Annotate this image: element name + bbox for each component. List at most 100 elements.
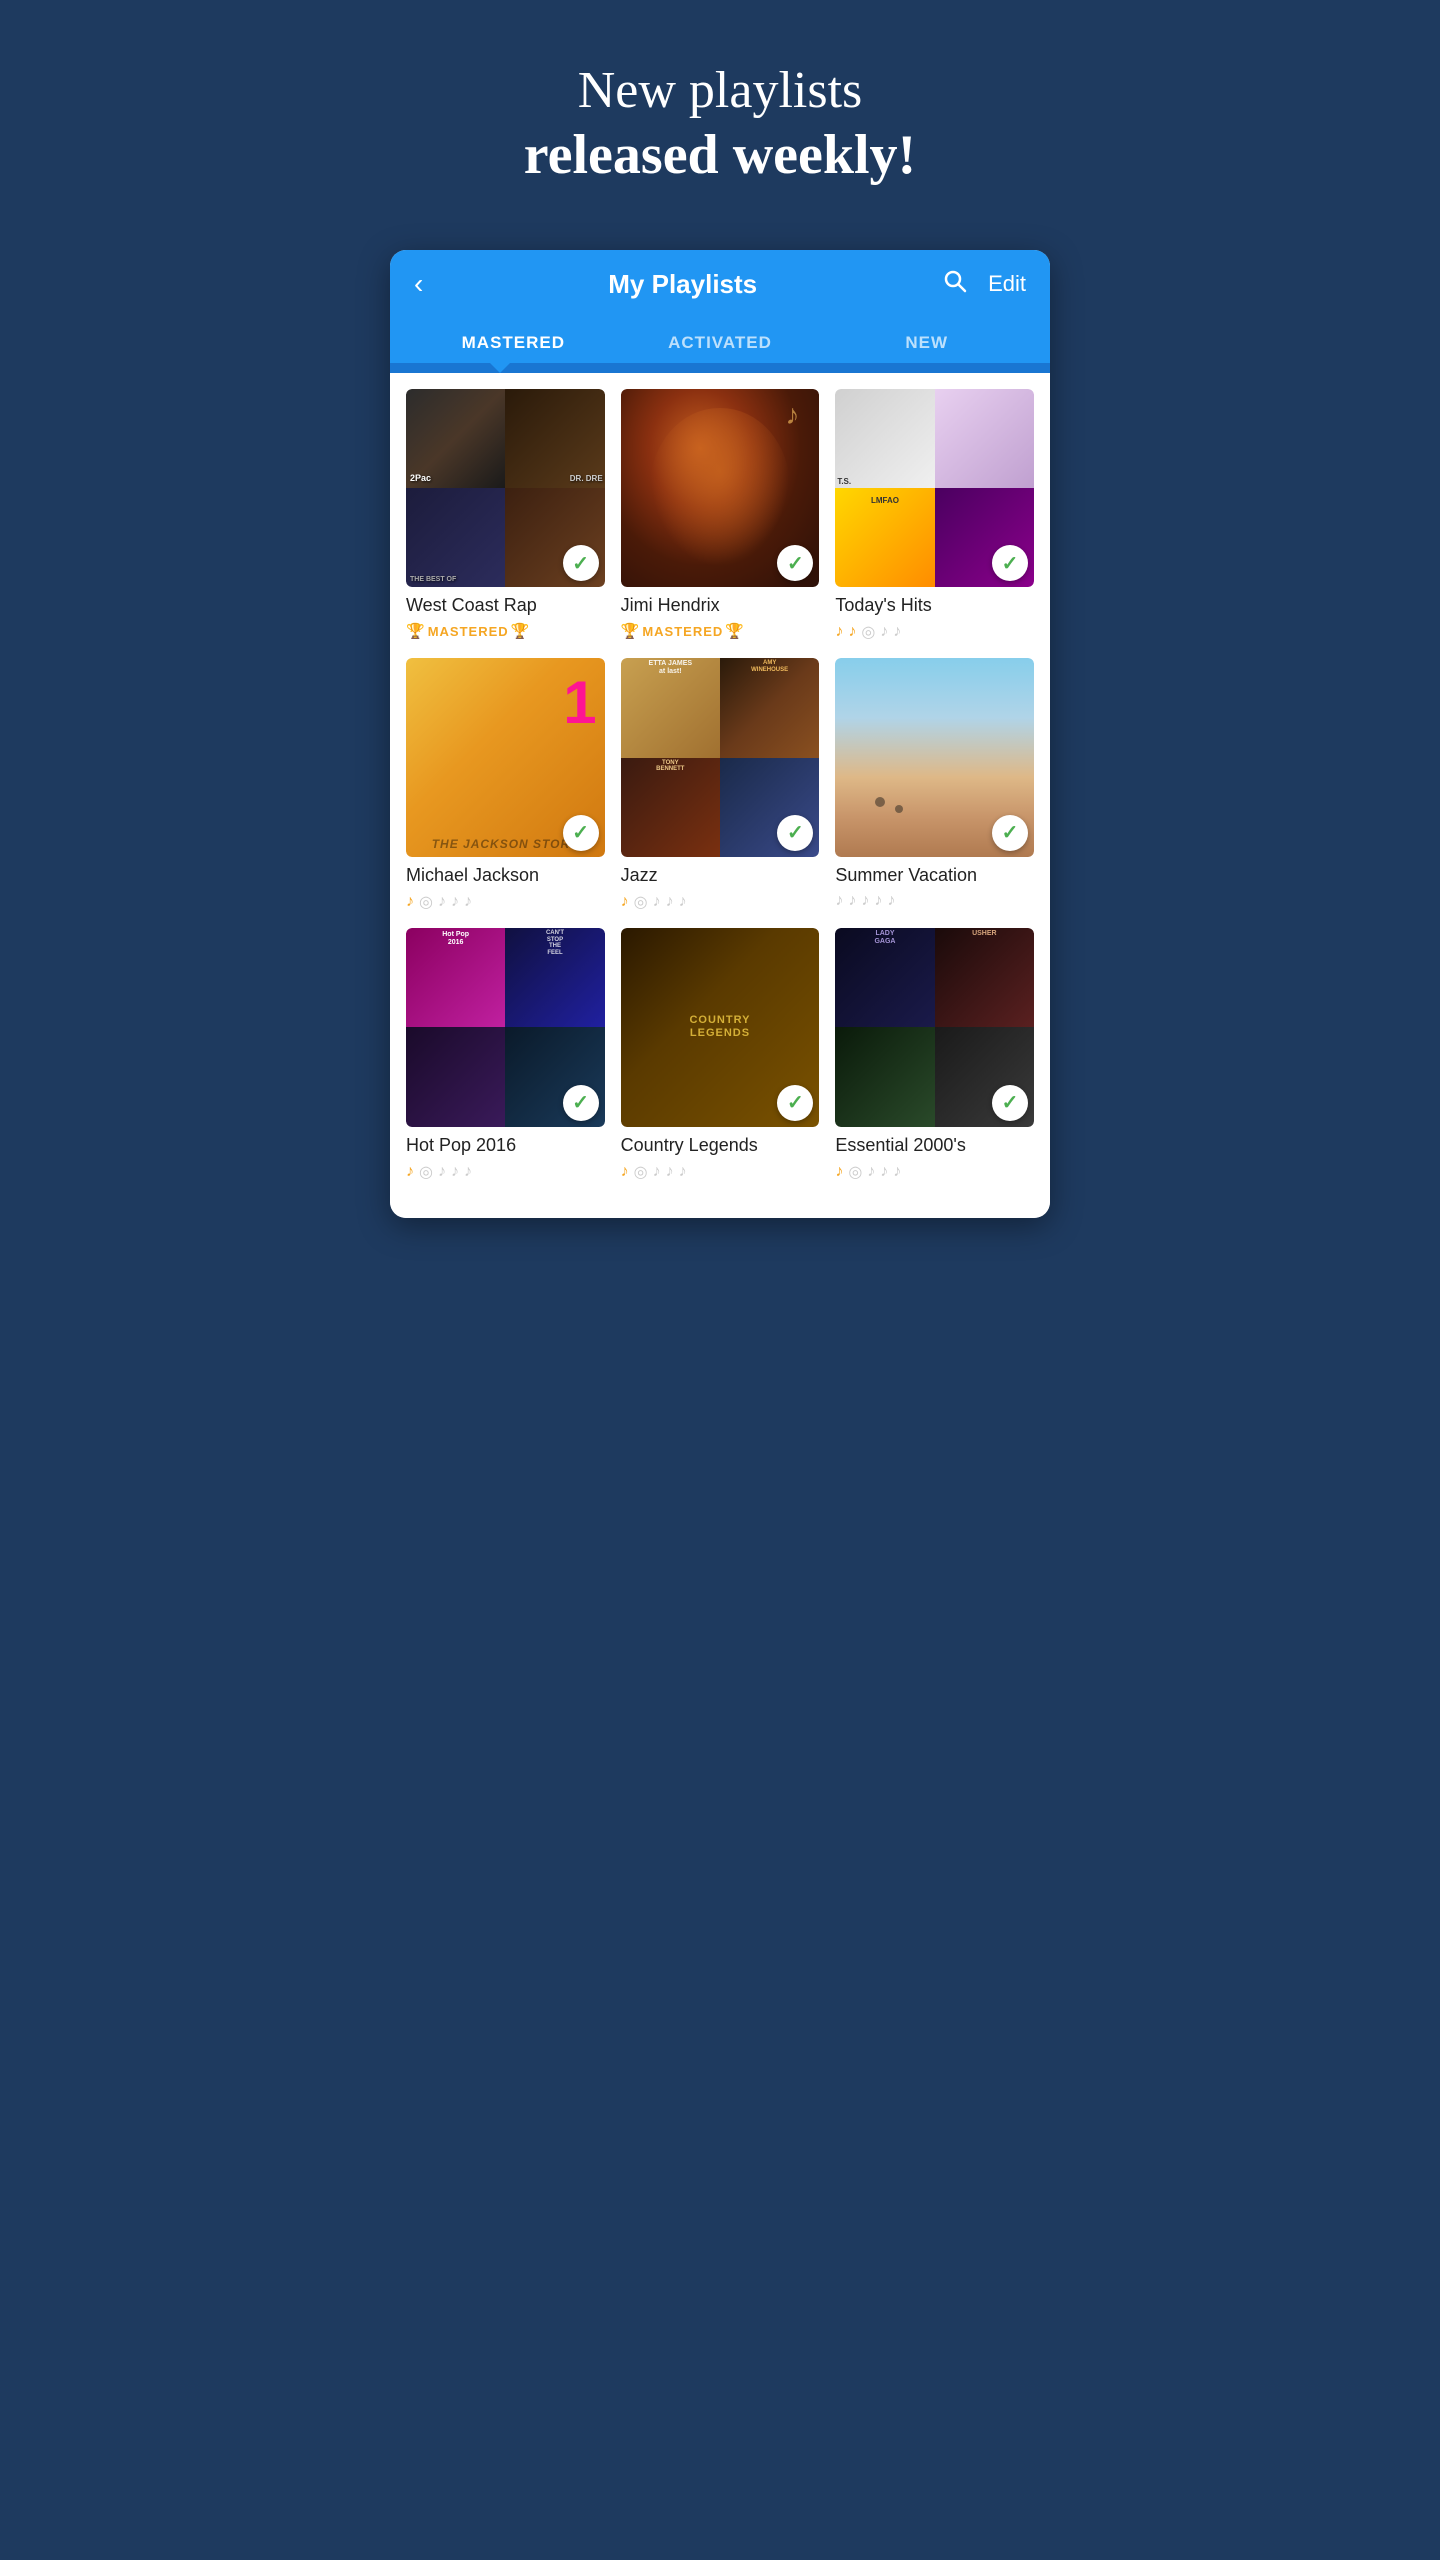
music-icons-todays-hits: ♪ ♪ ◎ ♪ ♪ [835, 622, 1034, 642]
playlist-item-essential-2000s[interactable]: LADYGAGA USHER Essential 2000's ♪ ◎ ♪ [835, 928, 1034, 1182]
music-icon-3: ♪ [880, 623, 888, 641]
playlist-item-michael-jackson[interactable]: THE JACKSON STORY 1 Michael Jackson ♪ ◎ … [406, 658, 605, 912]
check-badge-todays-hits [992, 545, 1028, 581]
number-1-art: 1 [563, 668, 596, 737]
headphone-icon-mj: ◎ [419, 892, 433, 912]
bottom-bar [390, 1198, 1050, 1218]
nav-bar: ‹ My Playlists Edit [390, 250, 1050, 319]
tab-activated[interactable]: ACTIVATED [617, 319, 824, 363]
playlist-item-west-coast-rap[interactable]: 2Pac DR. DRE THE BEST OF West Coast Rap [406, 389, 605, 643]
playlist-item-jimi-hendrix[interactable]: ♪ Jimi Hendrix 🏆 MASTERED 🏆 [621, 389, 820, 643]
music-icon-cl2: ♪ [653, 1163, 661, 1181]
hero-line1: New playlists [400, 60, 1040, 122]
tab-arrow [490, 363, 510, 373]
music-icon-4: ♪ [893, 623, 901, 641]
cover-art-e1: LADYGAGA [835, 928, 934, 1027]
mastered-label-jimi-hendrix: 🏆 MASTERED 🏆 [621, 622, 820, 640]
playlist-item-summer-vacation[interactable]: Summer Vacation ♪ ♪ ♪ ♪ ♪ [835, 658, 1034, 912]
headphone-icon-cl: ◎ [634, 1162, 648, 1182]
check-badge-west-coast-rap [563, 545, 599, 581]
playlist-name-essential-2000s: Essential 2000's [835, 1135, 1034, 1156]
music-icon-e4: ♪ [893, 1163, 901, 1181]
check-badge-country-legends [777, 1085, 813, 1121]
headphone-icon-hp: ◎ [419, 1162, 433, 1182]
cover-art-jazz3: TONYBENNETT [621, 758, 720, 857]
tabs-bar: MASTERED ACTIVATED NEW [390, 319, 1050, 363]
playlist-name-summer-vacation: Summer Vacation [835, 865, 1034, 886]
playlist-cover-jazz: ETTA JAMESat last! AMYWINEHOUSE TONYBENN… [621, 658, 820, 857]
music-icons-jazz: ♪ ◎ ♪ ♪ ♪ [621, 892, 820, 912]
music-icon-jazz3: ♪ [666, 893, 674, 911]
playlist-item-country-legends[interactable]: COUNTRYLEGENDS Country Legends ♪ ◎ ♪ ♪ ♪ [621, 928, 820, 1182]
cover-art-hp1: Hot Pop2016 [406, 928, 505, 1027]
cover-art-1: 2Pac [406, 389, 505, 488]
cover-art-th1: T.S. [835, 389, 934, 488]
playlist-cover-essential-2000s: LADYGAGA USHER [835, 928, 1034, 1127]
playlist-cover-michael-jackson: THE JACKSON STORY 1 [406, 658, 605, 857]
music-icons-hot-pop-2016: ♪ ◎ ♪ ♪ ♪ [406, 1162, 605, 1182]
check-badge-summer-vacation [992, 815, 1028, 851]
music-icon-sv2: ♪ [848, 892, 856, 910]
music-icon-hp3: ♪ [451, 1163, 459, 1181]
edit-button[interactable]: Edit [988, 271, 1026, 297]
app-card: ‹ My Playlists Edit MASTERED ACTIVATED N… [390, 250, 1050, 1218]
music-icon-jazz2: ♪ [653, 893, 661, 911]
playlist-item-hot-pop-2016[interactable]: Hot Pop2016 CAN'TSTOPTHEFEEL Hot Pop 201… [406, 928, 605, 1182]
playlist-name-jazz: Jazz [621, 865, 820, 886]
check-badge-hot-pop-2016 [563, 1085, 599, 1121]
music-icon-mj4: ♪ [464, 893, 472, 911]
hero-section: New playlists released weekly! [360, 0, 1080, 230]
back-button[interactable]: ‹ [414, 268, 423, 300]
music-icons-summer-vacation: ♪ ♪ ♪ ♪ ♪ [835, 892, 1034, 910]
music-icon-1: ♪ [835, 623, 843, 641]
cover-art-3: THE BEST OF [406, 488, 505, 587]
music-icon-mj1: ♪ [406, 893, 414, 911]
playlist-name-michael-jackson: Michael Jackson [406, 865, 605, 886]
music-icon-mj2: ♪ [438, 893, 446, 911]
music-icon-e1: ♪ [835, 1163, 843, 1181]
headphone-icon-1: ◎ [861, 622, 875, 642]
playlists-grid: 2Pac DR. DRE THE BEST OF West Coast Rap [390, 373, 1050, 1198]
music-icon-e3: ♪ [880, 1163, 888, 1181]
cover-art-th2 [935, 389, 1034, 488]
cover-art-e3 [835, 1027, 934, 1126]
playlist-name-jimi-hendrix: Jimi Hendrix [621, 595, 820, 616]
cover-art-hp3 [406, 1027, 505, 1126]
music-icon-2: ♪ [848, 623, 856, 641]
music-icon-sv3: ♪ [861, 892, 869, 910]
tab-indicator [390, 363, 1050, 373]
check-badge-essential-2000s [992, 1085, 1028, 1121]
playlist-item-todays-hits[interactable]: T.S. LMFAO Today's Hits ♪ ♪ ◎ ♪ [835, 389, 1034, 643]
playlist-name-todays-hits: Today's Hits [835, 595, 1034, 616]
playlist-cover-west-coast-rap: 2Pac DR. DRE THE BEST OF [406, 389, 605, 588]
music-icon-cl3: ♪ [666, 1163, 674, 1181]
check-badge-jazz [777, 815, 813, 851]
headphone-icon-jazz: ◎ [634, 892, 648, 912]
nav-actions: Edit [942, 268, 1026, 301]
cover-art-hp2: CAN'TSTOPTHEFEEL [505, 928, 604, 1027]
music-icon-sv5: ♪ [887, 892, 895, 910]
music-icon-hp4: ♪ [464, 1163, 472, 1181]
playlist-cover-todays-hits: T.S. LMFAO [835, 389, 1034, 588]
music-icon-sv1: ♪ [835, 892, 843, 910]
music-icon-jazz4: ♪ [679, 893, 687, 911]
nav-title: My Playlists [608, 269, 757, 300]
playlist-cover-hot-pop-2016: Hot Pop2016 CAN'TSTOPTHEFEEL [406, 928, 605, 1127]
check-badge-michael-jackson [563, 815, 599, 851]
music-icons-essential-2000s: ♪ ◎ ♪ ♪ ♪ [835, 1162, 1034, 1182]
tab-new[interactable]: NEW [823, 319, 1030, 363]
music-icon-hp1: ♪ [406, 1163, 414, 1181]
music-icon-e2: ♪ [867, 1163, 875, 1181]
cover-art-jazz2: AMYWINEHOUSE [720, 658, 819, 757]
mastered-label-west-coast-rap: 🏆 MASTERED 🏆 [406, 622, 605, 640]
tab-mastered[interactable]: MASTERED [410, 319, 617, 363]
music-icons-michael-jackson: ♪ ◎ ♪ ♪ ♪ [406, 892, 605, 912]
music-icon-mj3: ♪ [451, 893, 459, 911]
country-art-text: COUNTRYLEGENDS [689, 1014, 750, 1040]
playlist-item-jazz[interactable]: ETTA JAMESat last! AMYWINEHOUSE TONYBENN… [621, 658, 820, 912]
music-icon-sv4: ♪ [874, 892, 882, 910]
music-icon-cl4: ♪ [679, 1163, 687, 1181]
playlist-name-hot-pop-2016: Hot Pop 2016 [406, 1135, 605, 1156]
search-button[interactable] [942, 268, 968, 301]
playlist-name-country-legends: Country Legends [621, 1135, 820, 1156]
